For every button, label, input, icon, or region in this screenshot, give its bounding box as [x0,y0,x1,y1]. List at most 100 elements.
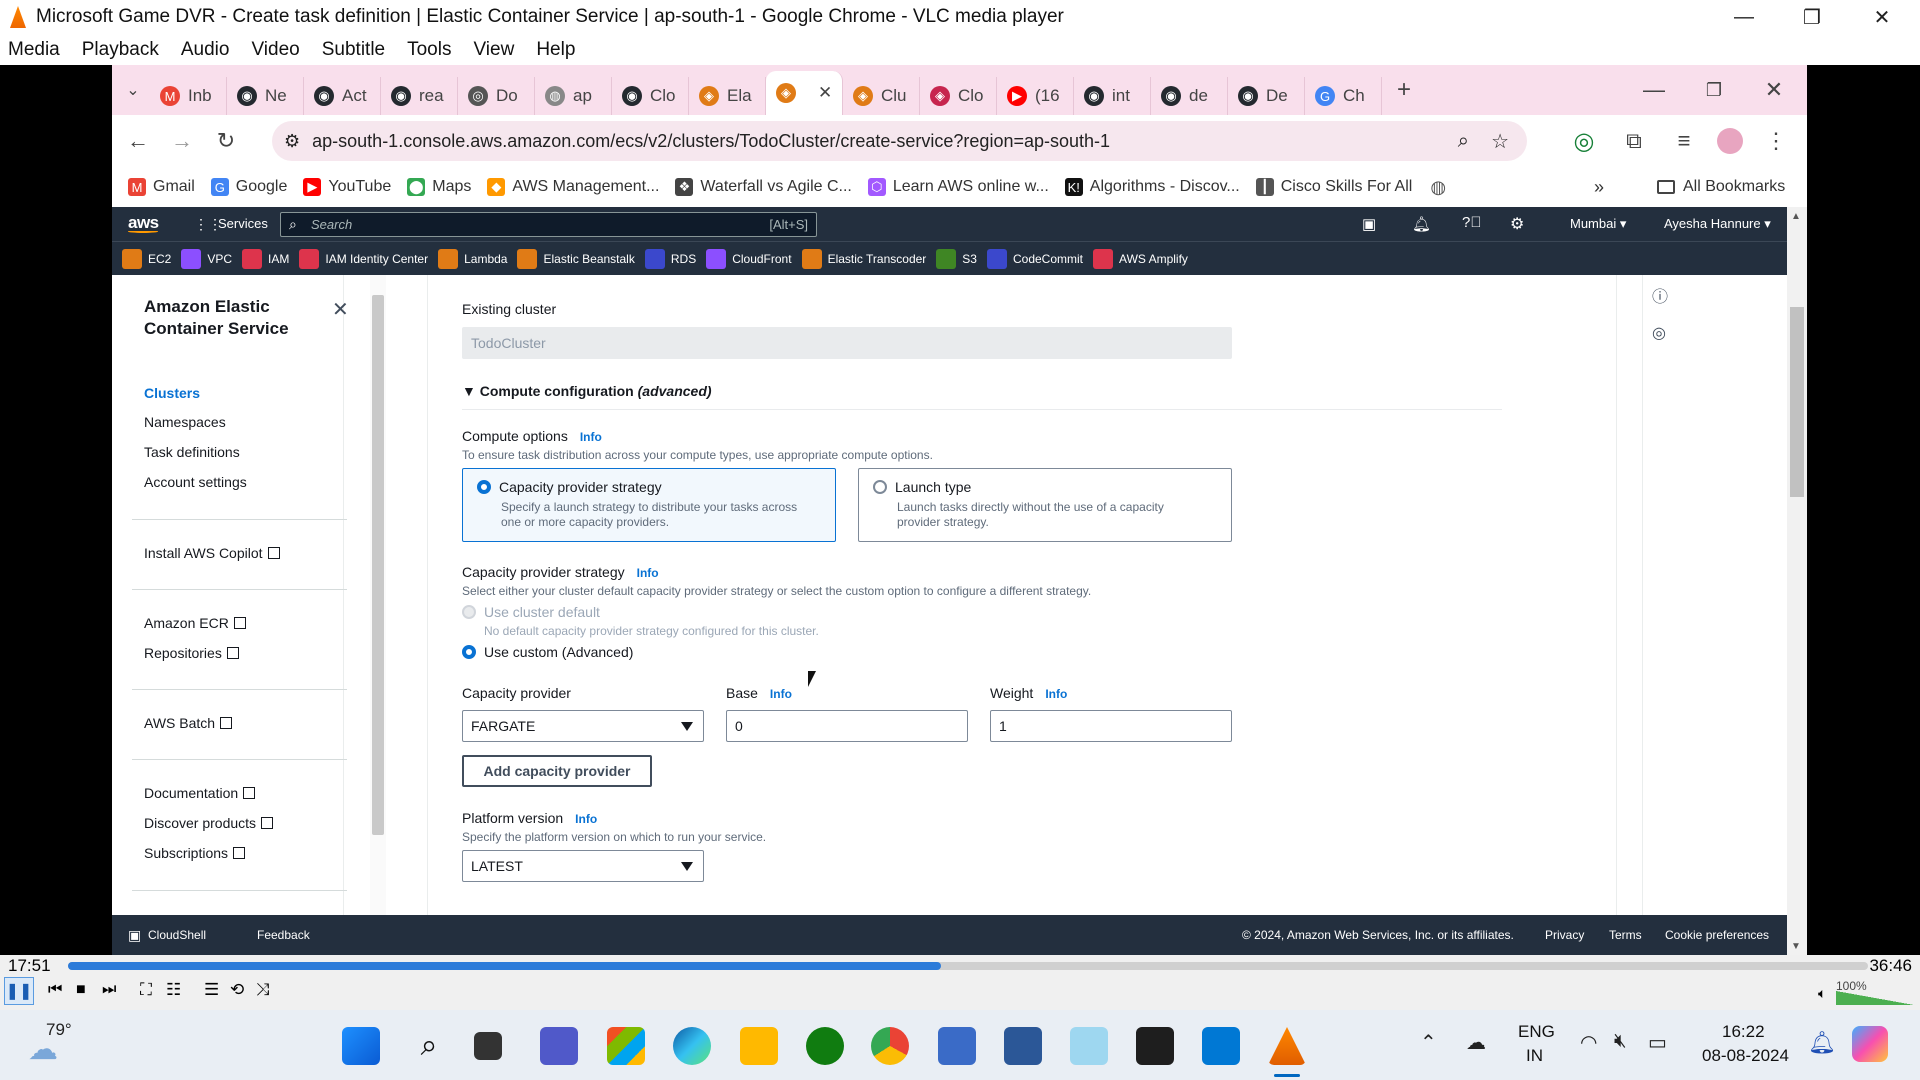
pause-button[interactable]: ❚❚ [4,977,34,1005]
platform-info-link[interactable]: Info [575,812,597,826]
cookie-preferences-link[interactable]: Cookie preferences [1665,928,1769,942]
bookmark-item[interactable]: K! Algorithms - Discov... [1064,178,1240,196]
page-scroll-thumb[interactable] [1790,307,1804,497]
aws-favorite-s3[interactable]: S3 [936,248,977,269]
sidebar-item-clusters[interactable]: Clusters [144,385,200,401]
base-input[interactable]: 0 [726,710,968,742]
file-explorer-icon[interactable] [740,1027,778,1065]
browser-tab[interactable]: ◉ rea [381,77,458,115]
sidebar-documentation[interactable]: Documentation [144,785,256,801]
extended-settings-icon[interactable]: ☷ [166,980,181,1000]
copilot-icon[interactable] [1852,1026,1888,1062]
use-custom-option[interactable]: Use custom (Advanced) [462,644,633,660]
menu-media[interactable]: Media [8,39,60,61]
sidebar-aws-batch[interactable]: AWS Batch [144,715,233,731]
battery-icon[interactable]: ▭ [1648,1030,1667,1055]
sidebar-scrollbar[interactable] [370,275,386,915]
bookmark-item[interactable]: ❖ Waterfall vs Agile C... [675,178,852,196]
menu-tools[interactable]: Tools [407,39,451,61]
aws-favorite-elastic-transcoder[interactable]: Elastic Transcoder [801,248,926,269]
notification-bell-icon[interactable]: 🔔︎ [1808,1030,1836,1056]
browser-tab[interactable]: ◈ Clo [920,77,997,115]
back-icon[interactable]: ← [116,119,160,163]
new-tab-icon[interactable]: + [1382,68,1426,112]
aws-favorite-lambda[interactable]: Lambda [438,248,507,269]
add-capacity-provider-button[interactable]: Add capacity provider [462,755,652,787]
aws-favorite-rds[interactable]: RDS [644,248,696,269]
bookmark-item[interactable]: ▶ YouTube [303,178,391,196]
url-text[interactable]: ap-south-1.console.aws.amazon.com/ecs/v2… [312,131,1110,152]
search-taskbar-icon[interactable]: ⌕ [410,1027,448,1065]
app-icon[interactable] [1070,1027,1108,1065]
chrome-minimize-icon[interactable]: — [1632,68,1676,112]
chrome-taskbar-icon[interactable] [871,1027,909,1065]
chrome-close-icon[interactable]: ✕ [1752,68,1796,112]
sidebar-repositories[interactable]: Repositories [144,645,239,661]
bookmark-item[interactable]: G Google [210,178,287,196]
capacity-provider-select[interactable]: FARGATE [462,710,704,742]
loop-icon[interactable]: ⟲ [230,980,244,1000]
browser-tab[interactable]: ◉ de [1151,77,1228,115]
browser-tab[interactable]: ◎ Do [458,77,535,115]
address-bar[interactable]: ⚙ ap-south-1.console.aws.amazon.com/ecs/… [272,121,1527,161]
aws-favorite-codecommit[interactable]: CodeCommit [986,248,1083,269]
bookmark-item[interactable]: ⬡ Learn AWS online w... [867,178,1049,196]
previous-icon[interactable]: ⏮︎ [48,981,62,999]
chrome-restore-icon[interactable]: ❐ [1692,68,1736,112]
language-eng[interactable]: ENG [1518,1022,1555,1042]
tray-overflow-icon[interactable]: ⌃ [1420,1030,1437,1055]
help-icon[interactable]: ?⃝ [1462,214,1482,231]
mute-icon[interactable]: 🔇︎ [1614,1030,1627,1053]
seek-bar[interactable] [68,962,1868,970]
stop-icon[interactable]: ■ [76,981,86,999]
menu-audio[interactable]: Audio [181,39,230,61]
profile-avatar[interactable] [1708,119,1752,163]
browser-tab[interactable]: ◈ Clu [843,77,920,115]
tutorial-panel-icon[interactable]: ◎ [1652,323,1666,343]
weight-info-link[interactable]: Info [1045,687,1067,701]
task-view-icon[interactable] [474,1032,502,1060]
grammarly-icon[interactable]: ◎ [1562,119,1606,163]
sidebar-item-namespaces[interactable]: Namespaces [144,414,226,430]
menu-subtitle[interactable]: Subtitle [322,39,385,61]
bookmark-star-icon[interactable]: ☆ [1491,129,1509,154]
browser-tab[interactable]: ◈ Ela [689,77,766,115]
scroll-down-icon[interactable]: ▼ [1791,941,1801,952]
launch-type-radio[interactable] [873,480,887,494]
extensions-icon[interactable]: ⧉ [1612,119,1656,163]
aws-search-input[interactable]: ⌕ Search [Alt+S] [280,212,817,237]
scroll-up-icon[interactable]: ▲ [1791,211,1801,222]
more-bookmarks-icon[interactable]: » [1594,177,1604,198]
browser-tab[interactable]: ◉ Clo [612,77,689,115]
onedrive-icon[interactable]: ☁ [1466,1030,1486,1055]
language-in[interactable]: IN [1526,1046,1543,1066]
menu-playback[interactable]: Playback [82,39,159,61]
notifications-icon[interactable]: 🔔︎ [1412,215,1431,233]
sidebar-scroll-thumb[interactable] [372,295,384,835]
aws-favorite-aws-amplify[interactable]: AWS Amplify [1093,248,1188,269]
aws-favorite-iam[interactable]: IAM [242,248,289,269]
use-custom-radio[interactable] [462,645,476,659]
tab-active[interactable]: ◈ ✕ [766,71,843,115]
close-icon[interactable]: ✕ [1852,0,1912,34]
browser-tab[interactable]: ◉ De [1228,77,1305,115]
terms-link[interactable]: Terms [1609,928,1642,942]
restore-icon[interactable]: ❐ [1782,0,1842,34]
speaker-icon[interactable]: 🔈︎ [1818,985,1826,1002]
weight-input[interactable]: 1 [990,710,1232,742]
region-selector[interactable]: Mumbai ▾ [1570,216,1626,232]
vscode-icon[interactable] [1202,1027,1240,1065]
option-launch-type[interactable]: Launch type Launch tasks directly withou… [858,468,1232,542]
chrome-menu-icon[interactable]: ⋮ [1754,119,1798,163]
start-icon[interactable] [342,1027,380,1065]
option-capacity-provider-strategy[interactable]: Capacity provider strategy Specify a lau… [462,468,836,542]
sidebar-discover-products[interactable]: Discover products [144,815,274,831]
teams-icon[interactable] [540,1027,578,1065]
fullscreen-icon[interactable]: ⛶ [140,980,152,1000]
clock-time[interactable]: 16:22 [1722,1022,1765,1042]
menu-view[interactable]: View [473,39,514,61]
feedback-link[interactable]: Feedback [257,928,310,942]
globe-icon[interactable]: ◍ [1430,177,1446,198]
sidebar-item-task-definitions[interactable]: Task definitions [144,444,240,460]
next-icon[interactable]: ⏭︎ [102,981,116,999]
